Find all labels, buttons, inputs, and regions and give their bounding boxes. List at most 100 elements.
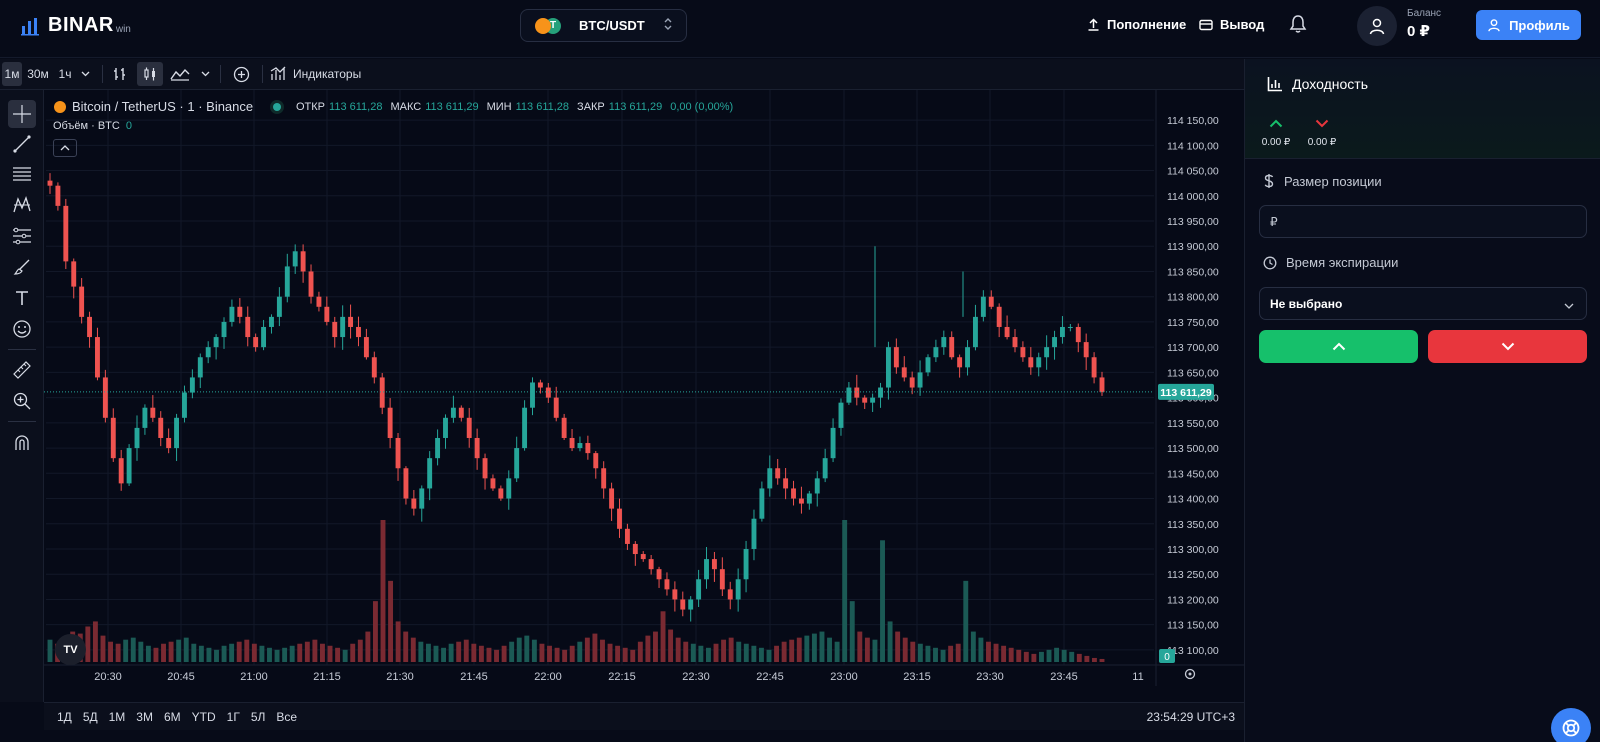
bar-chart-type-icon[interactable] — [108, 62, 132, 86]
interval-1h-button[interactable]: 1ч — [55, 62, 75, 86]
withdraw-button[interactable]: Вывод — [1199, 17, 1264, 32]
sell-down-button[interactable] — [1428, 330, 1587, 363]
candle — [490, 478, 496, 489]
candle — [379, 377, 385, 408]
toolbar-divider — [262, 65, 263, 83]
market-status-dot — [273, 102, 282, 111]
volume-bar — [509, 641, 515, 662]
candle — [205, 347, 211, 358]
logo[interactable]: BINAR win — [20, 14, 131, 37]
position-size-input[interactable]: ₽ — [1259, 205, 1587, 238]
yield-title: Доходность — [1292, 76, 1368, 92]
crosshair-tool-icon[interactable] — [8, 100, 36, 128]
interval-30m-button[interactable]: 30м — [25, 62, 51, 86]
candle — [530, 382, 535, 408]
notifications-bell-icon[interactable] — [1289, 14, 1307, 39]
volume-bar — [395, 621, 401, 662]
text-tool-icon[interactable] — [8, 284, 36, 312]
volume-bar — [925, 645, 931, 662]
horizontal-lines-tool-icon[interactable] — [8, 160, 36, 188]
volume-bar — [1023, 651, 1029, 662]
volume-bar — [1069, 651, 1075, 662]
candle — [142, 407, 148, 428]
range-button-5y[interactable]: 5Л — [251, 710, 266, 724]
range-bar: 1Д 5Д 1М 3М 6М YTD 1Г 5Л Все 23:54:29 UT… — [44, 702, 1244, 730]
chevron-up-icon — [1332, 342, 1345, 351]
profile-button[interactable]: Профиль — [1476, 10, 1581, 40]
volume-bar — [743, 643, 749, 662]
candle — [395, 437, 401, 469]
volume-bar — [607, 643, 613, 662]
volume-bar — [917, 643, 923, 662]
interval-1m-button[interactable]: 1м — [2, 62, 22, 86]
avatar[interactable] — [1357, 6, 1397, 46]
volume-bar — [842, 520, 848, 662]
volume-bar — [259, 645, 265, 662]
volume-bar — [675, 637, 681, 662]
candle — [182, 392, 187, 418]
deposit-button[interactable]: Пополнение — [1087, 17, 1186, 32]
candle — [980, 296, 986, 317]
candles-chart-type-icon[interactable] — [137, 62, 163, 86]
area-chart-type-icon[interactable] — [168, 62, 192, 86]
candle — [118, 458, 124, 484]
volume-bar — [516, 637, 522, 662]
emoji-tool-icon[interactable] — [8, 315, 36, 343]
range-button-3m[interactable]: 3М — [136, 710, 153, 724]
volume-bar — [441, 647, 447, 662]
volume-bar — [1084, 655, 1090, 662]
expiry-time-select[interactable]: Не выбрано — [1259, 287, 1587, 320]
zoom-tool-icon[interactable] — [8, 387, 36, 415]
low-value: 113 611,28 — [515, 101, 570, 113]
candle — [537, 382, 543, 388]
card-icon — [1199, 19, 1213, 30]
bar-chart-logo-icon — [21, 17, 39, 35]
collapse-legend-button[interactable] — [53, 139, 77, 157]
interval-dropdown-chevron-icon[interactable] — [78, 62, 92, 86]
ruler-tool-icon[interactable] — [8, 356, 36, 384]
chart-type-dropdown-chevron-icon[interactable] — [198, 62, 212, 86]
range-button-ytd[interactable]: YTD — [192, 710, 216, 724]
range-button-5d[interactable]: 5Д — [83, 710, 98, 724]
candle — [1036, 357, 1042, 368]
pattern-tool-icon[interactable] — [8, 191, 36, 219]
x-tick-label: 21:45 — [460, 671, 488, 683]
pair-selector[interactable]: T BTC/USDT — [520, 9, 687, 42]
bar-chart-icon — [1267, 77, 1282, 92]
volume-bar — [183, 637, 189, 662]
brush-tool-icon[interactable] — [8, 253, 36, 281]
range-button-all[interactable]: Все — [276, 710, 297, 724]
expiry-time-value: Не выбрано — [1270, 296, 1343, 311]
magnet-tool-icon[interactable] — [8, 429, 36, 457]
range-button-6m[interactable]: 6М — [164, 710, 181, 724]
candle — [561, 417, 567, 438]
candle — [474, 437, 480, 459]
volume-bar — [736, 641, 742, 662]
trend-line-tool-icon[interactable] — [8, 130, 36, 158]
tradingview-logo-icon[interactable]: TV — [55, 634, 86, 665]
drawing-tools-sidebar — [0, 90, 44, 702]
y-tick-label: 113 650,00 — [1167, 367, 1219, 379]
fib-tool-icon[interactable] — [8, 222, 36, 250]
x-tick-label: 23:00 — [830, 671, 858, 683]
indicators-button[interactable]: Индикаторы — [270, 62, 366, 86]
range-button-1y[interactable]: 1Г — [227, 710, 240, 724]
candle — [545, 387, 551, 398]
compare-plus-icon[interactable] — [228, 62, 254, 86]
volume-bar — [933, 647, 938, 662]
buy-up-button[interactable] — [1259, 330, 1418, 363]
volume-bar — [123, 639, 129, 662]
range-button-1m[interactable]: 1М — [109, 710, 126, 724]
candle — [759, 488, 765, 519]
x-tick-label: 22:30 — [682, 671, 710, 683]
chart-canvas[interactable]: 114 150,00 114 100,00 114 050,00 114 000,00… — [44, 90, 1244, 702]
price-chart[interactable]: 114 150,00 114 100,00 114 050,00 114 000,00… — [44, 90, 1244, 702]
help-lifebuoy-button[interactable] — [1551, 708, 1591, 742]
candle — [245, 316, 251, 338]
y-tick-label: 113 950,00 — [1167, 216, 1219, 228]
volume-bar — [1046, 649, 1052, 662]
chart-clock[interactable]: 23:54:29 UTC+3 — [1147, 710, 1235, 724]
range-button-1d[interactable]: 1Д — [57, 710, 72, 724]
volume-bar — [289, 645, 295, 662]
volume-bar — [1016, 649, 1022, 662]
